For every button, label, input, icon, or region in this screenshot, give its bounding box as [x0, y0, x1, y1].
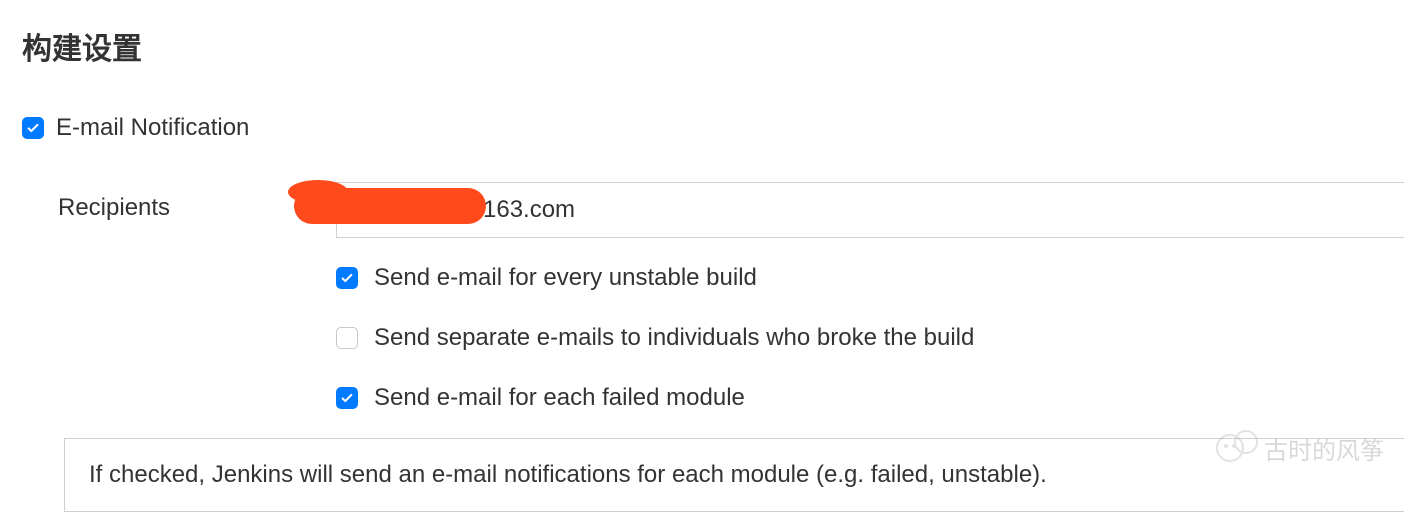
check-icon	[340, 391, 354, 405]
recipients-row: Recipients	[0, 182, 1404, 238]
option-unstable-build-label: Send e-mail for every unstable build	[374, 264, 757, 292]
option-unstable-build: Send e-mail for every unstable build	[336, 264, 1404, 292]
page-title: 构建设置	[0, 0, 1404, 68]
recipients-input-wrap	[336, 182, 1404, 238]
email-notification-checkbox[interactable]	[22, 117, 44, 139]
option-failed-module-checkbox[interactable]	[336, 387, 358, 409]
option-broke-build-label: Send separate e-mails to individuals who…	[374, 324, 974, 352]
check-icon	[26, 121, 40, 135]
option-broke-build-checkbox[interactable]	[336, 327, 358, 349]
option-failed-module: Send e-mail for each failed module	[336, 384, 1404, 412]
option-failed-module-label: Send e-mail for each failed module	[374, 384, 745, 412]
option-unstable-build-checkbox[interactable]	[336, 267, 358, 289]
email-notification-section: E-mail Notification	[0, 114, 1404, 142]
help-text-box: If checked, Jenkins will send an e-mail …	[64, 438, 1404, 512]
check-icon	[340, 271, 354, 285]
email-options-list: Send e-mail for every unstable build Sen…	[0, 264, 1404, 412]
redaction-mark	[294, 188, 486, 224]
build-settings-content: E-mail Notification Recipients Send e-ma…	[0, 68, 1404, 512]
recipients-input[interactable]	[336, 182, 1404, 238]
option-broke-build: Send separate e-mails to individuals who…	[336, 324, 1404, 352]
email-notification-label: E-mail Notification	[56, 114, 249, 142]
